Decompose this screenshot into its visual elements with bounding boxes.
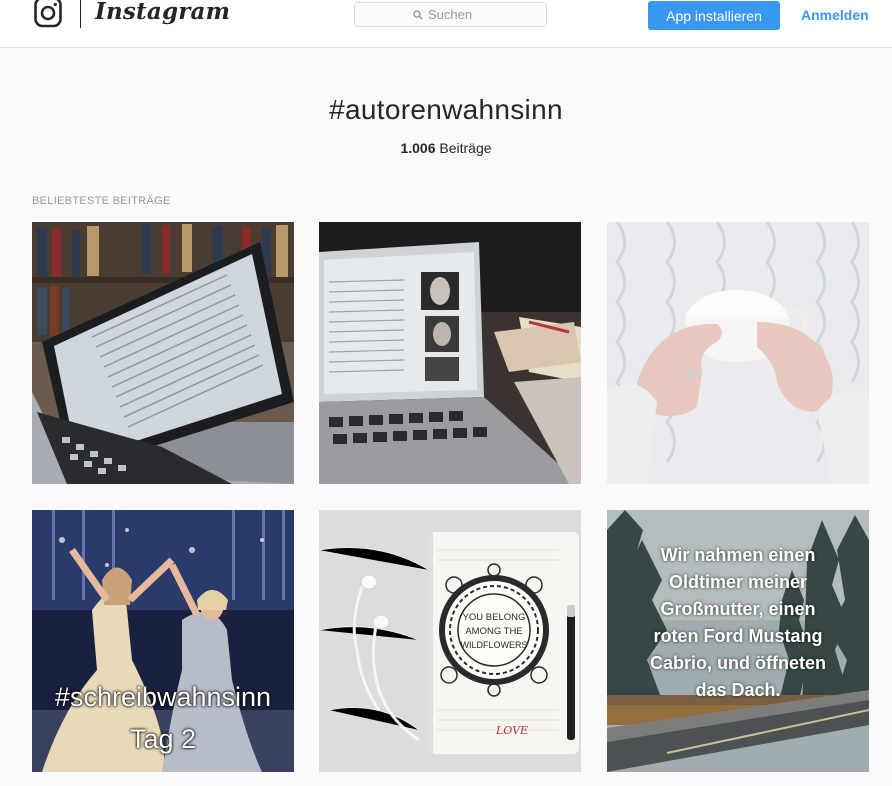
- overlay-line: Wir nahmen einen: [660, 545, 816, 565]
- post-count-number: 1.006: [400, 140, 436, 156]
- instagram-camera-icon[interactable]: [34, 0, 62, 28]
- top-navigation-bar: Instagram App installieren Anmelden: [0, 0, 892, 48]
- hashtag-title: #autorenwahnsinn: [329, 94, 563, 125]
- post-tile-laptop-night[interactable]: [319, 222, 581, 484]
- post-tile-cup-sweater[interactable]: [607, 222, 869, 484]
- notebook-line: AMONG THE: [465, 626, 522, 637]
- post-image: [32, 222, 294, 484]
- login-link[interactable]: Anmelden: [801, 7, 869, 23]
- notebook-line: YOU BELONG: [463, 612, 526, 623]
- overlay-line: roten Ford Mustang: [653, 626, 823, 646]
- notebook-signature: LOVE: [495, 724, 528, 737]
- top-posts-heading: BELIEBTESTE BEITRÄGE: [32, 195, 171, 207]
- overlay-line: Oldtimer meiner: [668, 572, 808, 592]
- search-icon: [413, 9, 423, 20]
- logo-divider: [80, 0, 81, 28]
- post-count-label: Beiträge: [439, 140, 492, 156]
- post-image: YOU BELONG AMONG THE WILDFLOWERS LOVE: [319, 510, 581, 772]
- instagram-wordmark[interactable]: Instagram: [95, 0, 230, 25]
- post-tile-notebook-wildflowers[interactable]: YOU BELONG AMONG THE WILDFLOWERS LOVE: [319, 510, 581, 772]
- overlay-line: Tag 2: [129, 724, 197, 754]
- post-tile-forest-road-quote[interactable]: Wir nahmen einen Oldtimer meiner Großmut…: [607, 510, 869, 772]
- overlay-line: Großmutter, einen: [660, 599, 816, 619]
- overlay-line: das Dach.: [695, 680, 781, 700]
- post-tile-schreibwahnsinn[interactable]: #schreibwahnsinn Tag 2: [32, 510, 294, 772]
- post-tile-laptop-bookshelf[interactable]: [32, 222, 294, 484]
- post-image: [319, 222, 581, 484]
- search-box[interactable]: [354, 2, 547, 27]
- install-app-button[interactable]: App installieren: [648, 1, 780, 30]
- overlay-line: #schreibwahnsinn: [54, 682, 272, 712]
- post-count: 1.006 Beiträge: [0, 140, 892, 156]
- search-input[interactable]: [428, 7, 488, 22]
- overlay-line: Cabrio, und öffneten: [650, 653, 826, 673]
- post-image: [607, 222, 869, 484]
- notebook-line: WILDFLOWERS: [460, 640, 527, 650]
